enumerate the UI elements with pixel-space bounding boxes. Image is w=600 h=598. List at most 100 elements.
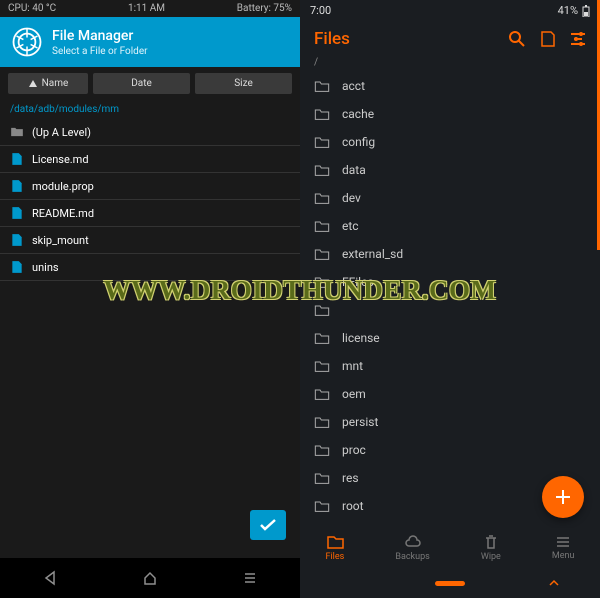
tab-label: Wipe <box>481 552 501 562</box>
folder-icon <box>314 191 330 205</box>
sort-date-button[interactable]: Date <box>93 73 190 94</box>
filter-icon[interactable] <box>570 32 586 46</box>
sort-name-button[interactable]: Name <box>8 73 88 94</box>
clock: 1:11 AM <box>128 3 165 14</box>
list-item[interactable]: mnt <box>300 352 600 380</box>
list-item[interactable]: license <box>300 324 600 352</box>
twrp-logo-icon <box>12 27 42 57</box>
folder-name: etc <box>342 219 359 233</box>
list-item[interactable]: external_sd <box>300 240 600 268</box>
folder-icon <box>314 303 330 317</box>
file-name: (Up A Level) <box>32 126 91 139</box>
folder-icon <box>314 275 330 289</box>
list-item[interactable]: etc <box>300 212 600 240</box>
search-icon[interactable] <box>508 30 526 48</box>
clock: 7:00 <box>310 4 331 17</box>
app-subtitle: Select a File or Folder <box>52 46 148 57</box>
back-icon[interactable] <box>42 570 58 586</box>
cloud-icon <box>404 534 422 550</box>
list-item[interactable]: config <box>300 128 600 156</box>
select-button[interactable] <box>250 510 286 540</box>
file-icon <box>10 152 24 166</box>
folder-name: external_sd <box>342 247 403 261</box>
app-title: File Manager <box>52 28 148 44</box>
tab-label: Backups <box>395 552 429 562</box>
folder-icon <box>314 331 330 345</box>
file-icon <box>10 233 24 247</box>
list-item[interactable]: module.prop <box>0 173 300 200</box>
folder-icon <box>314 415 330 429</box>
file-name: skip_mount <box>32 234 89 247</box>
home-icon[interactable] <box>142 570 158 586</box>
tab-files[interactable]: Files <box>326 534 345 562</box>
list-item[interactable]: proc <box>300 436 600 464</box>
folder-icon <box>314 387 330 401</box>
list-item[interactable]: data <box>300 156 600 184</box>
list-item[interactable]: acct <box>300 72 600 100</box>
file-icon <box>10 179 24 193</box>
folder-icon <box>10 125 24 139</box>
app-title: Files <box>314 29 494 49</box>
battery: Battery: 75% <box>237 3 292 14</box>
current-path[interactable]: / <box>300 57 600 72</box>
tab-label: Files <box>326 552 345 562</box>
cpu-temp: CPU: 40 °C <box>8 3 56 14</box>
folder-icon <box>314 247 330 261</box>
folder-icon <box>314 219 330 233</box>
app-header: Files <box>300 21 600 57</box>
folder-name: data <box>342 163 366 177</box>
folder-icon <box>314 135 330 149</box>
list-item[interactable]: oem <box>300 380 600 408</box>
current-path[interactable]: /data/adb/modules/mm <box>0 100 300 119</box>
battery: 41% <box>558 4 578 17</box>
plus-icon <box>553 487 573 507</box>
sdcard-icon[interactable] <box>540 30 556 48</box>
folder-name: acct <box>342 79 365 93</box>
folder-name: mnt <box>342 359 363 373</box>
tab-backups[interactable]: Backups <box>395 534 429 562</box>
folder-name: FFiles <box>342 275 374 289</box>
home-pill[interactable] <box>435 581 465 586</box>
bottom-tabs: Files Backups Wipe Menu <box>300 528 600 568</box>
file-name: README.md <box>32 207 94 220</box>
list-item[interactable]: skip_mount <box>0 227 300 254</box>
folder-icon <box>314 471 330 485</box>
file-icon <box>10 260 24 274</box>
folder-name: config <box>342 135 375 149</box>
list-item[interactable]: README.md <box>0 200 300 227</box>
tab-menu[interactable]: Menu <box>552 535 575 561</box>
list-item[interactable]: FFiles <box>300 268 600 296</box>
folder-icon <box>314 443 330 457</box>
folder-icon <box>326 534 344 550</box>
sort-size-button[interactable]: Size <box>195 73 292 94</box>
list-item[interactable]: persist <box>300 408 600 436</box>
system-nav <box>300 568 600 598</box>
folder-icon <box>314 499 330 513</box>
sort-bar: Name Date Size <box>0 67 300 100</box>
add-button[interactable] <box>542 476 584 518</box>
list-item[interactable] <box>300 296 600 324</box>
sort-name-label: Name <box>42 78 69 89</box>
twrp-screen: CPU: 40 °C 1:11 AM Battery: 75% File Man… <box>0 0 300 598</box>
recents-icon[interactable] <box>242 570 258 586</box>
tab-label: Menu <box>552 551 575 561</box>
tab-wipe[interactable]: Wipe <box>481 534 501 562</box>
list-item[interactable]: dev <box>300 184 600 212</box>
folder-name: res <box>342 471 359 485</box>
folder-icon <box>314 359 330 373</box>
folder-name: persist <box>342 415 378 429</box>
chevron-up-icon[interactable] <box>548 579 560 587</box>
list-item[interactable]: unins <box>0 254 300 281</box>
system-nav <box>0 558 300 598</box>
status-bar: CPU: 40 °C 1:11 AM Battery: 75% <box>0 0 300 17</box>
list-item[interactable]: (Up A Level) <box>0 119 300 146</box>
file-name: unins <box>32 261 59 274</box>
list-item[interactable]: License.md <box>0 146 300 173</box>
file-name: License.md <box>32 153 89 166</box>
folder-name: license <box>342 331 380 345</box>
menu-icon <box>555 535 571 549</box>
app-header: File Manager Select a File or Folder <box>0 17 300 67</box>
folder-icon <box>314 163 330 177</box>
list-item[interactable]: cache <box>300 100 600 128</box>
battery-icon <box>582 5 590 17</box>
